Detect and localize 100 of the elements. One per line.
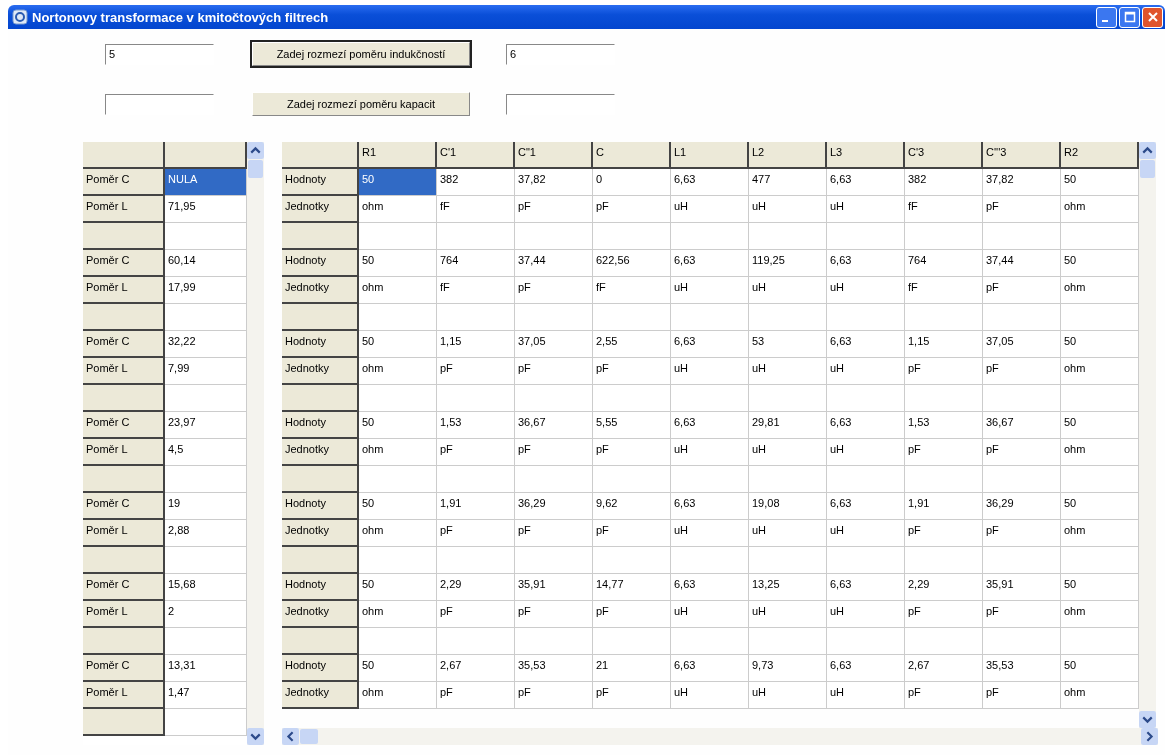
- table-cell[interactable]: [827, 466, 905, 493]
- table-cell[interactable]: [515, 547, 593, 574]
- table-cell[interactable]: pF: [593, 439, 671, 466]
- table-cell[interactable]: 60,14: [165, 250, 247, 277]
- table-cell[interactable]: ohm: [359, 520, 437, 547]
- table-cell[interactable]: [165, 466, 247, 493]
- table-cell[interactable]: pF: [983, 520, 1061, 547]
- table-cell[interactable]: 37,05: [983, 331, 1061, 358]
- scroll-thumb[interactable]: [300, 729, 318, 744]
- table-cell[interactable]: [515, 304, 593, 331]
- table-cell[interactable]: [359, 385, 437, 412]
- table-cell[interactable]: ohm: [1061, 601, 1139, 628]
- table-cell[interactable]: 764: [905, 250, 983, 277]
- table-cell[interactable]: ohm: [359, 439, 437, 466]
- table-cell[interactable]: 50: [359, 331, 437, 358]
- column-header[interactable]: L2: [749, 142, 827, 169]
- table-cell[interactable]: 382: [437, 169, 515, 196]
- column-header[interactable]: C'3: [905, 142, 983, 169]
- table-cell[interactable]: [1061, 466, 1139, 493]
- table-cell[interactable]: uH: [749, 682, 827, 709]
- table-cell[interactable]: uH: [749, 601, 827, 628]
- table-cell[interactable]: [983, 223, 1061, 250]
- table-cell[interactable]: 50: [1061, 412, 1139, 439]
- table-cell[interactable]: 119,25: [749, 250, 827, 277]
- table-cell[interactable]: [593, 223, 671, 250]
- table-cell[interactable]: 50: [1061, 574, 1139, 601]
- table-cell[interactable]: [905, 547, 983, 574]
- table-cell[interactable]: 35,53: [515, 655, 593, 682]
- table-cell[interactable]: 19,08: [749, 493, 827, 520]
- scroll-up-icon[interactable]: [1139, 142, 1156, 159]
- range-button[interactable]: Zadej rozmezí poměru kapacit: [252, 92, 470, 116]
- table-cell[interactable]: ohm: [1061, 682, 1139, 709]
- table-cell[interactable]: [983, 304, 1061, 331]
- table-cell[interactable]: 50: [359, 412, 437, 439]
- table-cell[interactable]: uH: [827, 682, 905, 709]
- table-cell[interactable]: [437, 223, 515, 250]
- table-cell[interactable]: [359, 628, 437, 655]
- table-cell[interactable]: [165, 709, 247, 736]
- table-cell[interactable]: 37,82: [515, 169, 593, 196]
- scroll-left-icon[interactable]: [282, 728, 299, 745]
- column-header[interactable]: C'1: [437, 142, 515, 169]
- table-cell[interactable]: 6,63: [671, 169, 749, 196]
- table-cell[interactable]: [165, 547, 247, 574]
- table-cell[interactable]: [437, 385, 515, 412]
- table-cell[interactable]: pF: [905, 439, 983, 466]
- table-cell[interactable]: 622,56: [593, 250, 671, 277]
- table-cell[interactable]: 6,63: [671, 331, 749, 358]
- table-cell[interactable]: NULA: [165, 169, 247, 196]
- table-cell[interactable]: [905, 304, 983, 331]
- table-cell[interactable]: pF: [515, 520, 593, 547]
- table-cell[interactable]: 71,95: [165, 196, 247, 223]
- table-cell[interactable]: 50: [1061, 169, 1139, 196]
- table-cell[interactable]: uH: [671, 358, 749, 385]
- table-cell[interactable]: [671, 466, 749, 493]
- table-cell[interactable]: [905, 385, 983, 412]
- table-cell[interactable]: [359, 547, 437, 574]
- table-cell[interactable]: [749, 547, 827, 574]
- table-cell[interactable]: [437, 466, 515, 493]
- table-cell[interactable]: [359, 223, 437, 250]
- table-cell[interactable]: 37,82: [983, 169, 1061, 196]
- table-cell[interactable]: [1061, 223, 1139, 250]
- table-cell[interactable]: [749, 223, 827, 250]
- table-cell[interactable]: [437, 304, 515, 331]
- table-cell[interactable]: 1,47: [165, 682, 247, 709]
- table-cell[interactable]: 6,63: [671, 493, 749, 520]
- table-cell[interactable]: [827, 223, 905, 250]
- table-cell[interactable]: 13,25: [749, 574, 827, 601]
- table-cell[interactable]: [983, 466, 1061, 493]
- table-cell[interactable]: uH: [827, 358, 905, 385]
- table-cell[interactable]: 29,81: [749, 412, 827, 439]
- table-cell[interactable]: [671, 547, 749, 574]
- table-cell[interactable]: 6,63: [671, 412, 749, 439]
- table-cell[interactable]: [593, 547, 671, 574]
- table-cell[interactable]: [359, 304, 437, 331]
- table-cell[interactable]: 17,99: [165, 277, 247, 304]
- table-cell[interactable]: 764: [437, 250, 515, 277]
- table-cell[interactable]: 2,29: [905, 574, 983, 601]
- table-cell[interactable]: 4,5: [165, 439, 247, 466]
- table-cell[interactable]: 36,29: [515, 493, 593, 520]
- table-cell[interactable]: [515, 628, 593, 655]
- table-cell[interactable]: 36,67: [515, 412, 593, 439]
- table-cell[interactable]: [827, 304, 905, 331]
- table-cell[interactable]: 19: [165, 493, 247, 520]
- table-cell[interactable]: 5,55: [593, 412, 671, 439]
- column-header[interactable]: C: [593, 142, 671, 169]
- table-cell[interactable]: [515, 385, 593, 412]
- table-cell[interactable]: [671, 304, 749, 331]
- table-cell[interactable]: 1,15: [905, 331, 983, 358]
- table-cell[interactable]: ohm: [359, 358, 437, 385]
- table-cell[interactable]: [165, 628, 247, 655]
- table-cell[interactable]: [749, 628, 827, 655]
- table-cell[interactable]: ohm: [1061, 196, 1139, 223]
- table-cell[interactable]: pF: [515, 358, 593, 385]
- table-cell[interactable]: pF: [515, 196, 593, 223]
- table-cell[interactable]: [671, 223, 749, 250]
- table-cell[interactable]: pF: [437, 358, 515, 385]
- table-cell[interactable]: 6,63: [827, 412, 905, 439]
- minimize-button[interactable]: [1096, 6, 1117, 28]
- table-cell[interactable]: pF: [593, 520, 671, 547]
- table-cell[interactable]: [593, 628, 671, 655]
